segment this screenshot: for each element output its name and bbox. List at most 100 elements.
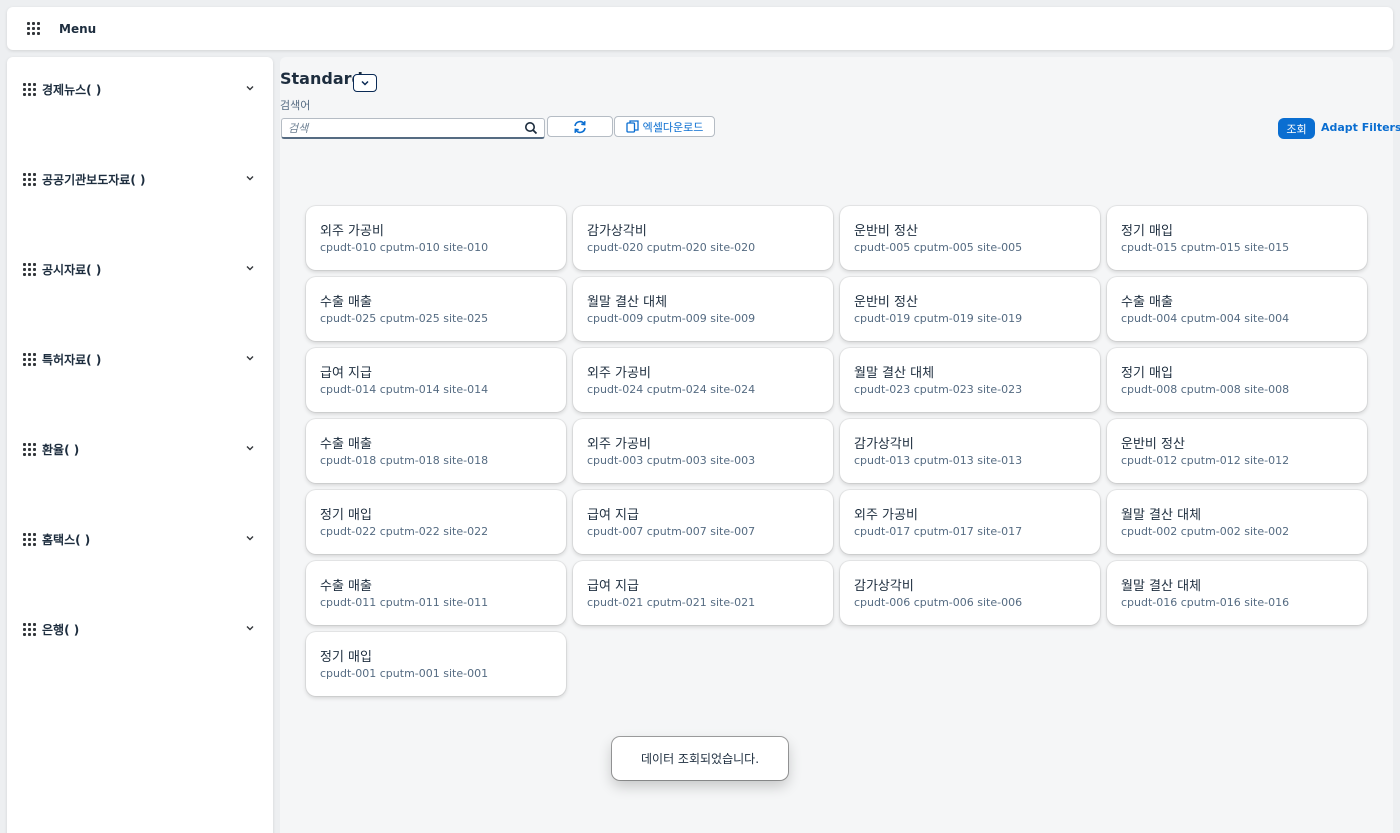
tile-subtitle: cpudt-009 cputm-009 site-009: [587, 312, 756, 325]
tile-title: 월말 결산 대체: [587, 295, 668, 310]
tile-subtitle: cpudt-006 cputm-006 site-006: [854, 596, 1023, 609]
tile[interactable]: 감가상각비 cpudt-013 cputm-013 site-013: [840, 419, 1100, 483]
tile-subtitle: cpudt-013 cputm-013 site-013: [854, 454, 1023, 467]
tile-subtitle: cpudt-022 cputm-022 site-022: [320, 525, 489, 538]
tile[interactable]: 수출 매출 cpudt-011 cputm-011 site-011: [306, 561, 566, 625]
tile-title: 외주 가공비: [587, 366, 651, 381]
tile-title: 정기 매입: [1121, 366, 1173, 381]
grid-icon: [23, 352, 36, 366]
refresh-button[interactable]: [547, 116, 613, 137]
tile-title: 수출 매출: [320, 437, 372, 452]
toast-message: 데이터 조회되었습니다.: [612, 737, 788, 780]
tile-subtitle: cpudt-025 cputm-025 site-025: [320, 312, 489, 325]
tile-subtitle: cpudt-012 cputm-012 site-012: [1121, 454, 1290, 467]
chevron-down-icon[interactable]: [245, 623, 255, 633]
tile-title: 외주 가공비: [854, 508, 918, 523]
chevron-down-icon: [361, 80, 369, 86]
tile-title: 운반비 정산: [854, 224, 918, 239]
tile[interactable]: 외주 가공비 cpudt-024 cputm-024 site-024: [573, 348, 833, 412]
tile[interactable]: 외주 가공비 cpudt-010 cputm-010 site-010: [306, 206, 566, 270]
tile[interactable]: 급여 지급 cpudt-014 cputm-014 site-014: [306, 348, 566, 412]
tile[interactable]: 월말 결산 대체 cpudt-016 cputm-016 site-016: [1107, 561, 1367, 625]
tile-title: 정기 매입: [320, 508, 372, 523]
grid-icon: [23, 622, 36, 636]
sidebar-item-exchange-rate[interactable]: 환율( ): [7, 434, 273, 464]
tile[interactable]: 운반비 정산 cpudt-012 cputm-012 site-012: [1107, 419, 1367, 483]
tile-title: 운반비 정산: [1121, 437, 1185, 452]
tile[interactable]: 월말 결산 대체 cpudt-009 cputm-009 site-009: [573, 277, 833, 341]
tile-title: 운반비 정산: [854, 295, 918, 310]
tile-title: 급여 지급: [587, 508, 639, 523]
tile-subtitle: cpudt-017 cputm-017 site-017: [854, 525, 1023, 538]
variant-dropdown-button[interactable]: [353, 74, 377, 92]
tile[interactable]: 정기 매입 cpudt-015 cputm-015 site-015: [1107, 206, 1367, 270]
tile-subtitle: cpudt-023 cputm-023 site-023: [854, 383, 1023, 396]
tile-title: 감가상각비: [854, 579, 914, 594]
tile-subtitle: cpudt-021 cputm-021 site-021: [587, 596, 756, 609]
tile-title: 월말 결산 대체: [1121, 579, 1202, 594]
tile[interactable]: 운반비 정산 cpudt-005 cputm-005 site-005: [840, 206, 1100, 270]
tile[interactable]: 수출 매출 cpudt-025 cputm-025 site-025: [306, 277, 566, 341]
tile[interactable]: 운반비 정산 cpudt-019 cputm-019 site-019: [840, 277, 1100, 341]
sidebar-item-economic-news[interactable]: 경제뉴스( ): [7, 74, 273, 104]
adapt-filters-button[interactable]: Adapt Filters: [1321, 121, 1400, 134]
tile[interactable]: 외주 가공비 cpudt-017 cputm-017 site-017: [840, 490, 1100, 554]
grid-icon: [23, 172, 36, 186]
chevron-down-icon[interactable]: [245, 443, 255, 453]
grid-icon: [23, 262, 36, 276]
shell-bar: Menu: [7, 7, 1393, 50]
chevron-down-icon[interactable]: [245, 533, 255, 543]
tile-title: 외주 가공비: [320, 224, 384, 239]
sidebar-item-label: 공시자료( ): [42, 262, 102, 277]
chevron-down-icon[interactable]: [245, 83, 255, 93]
tile[interactable]: 월말 결산 대체 cpudt-002 cputm-002 site-002: [1107, 490, 1367, 554]
sidebar-item-label: 홈택스( ): [42, 532, 91, 547]
tile[interactable]: 정기 매입 cpudt-022 cputm-022 site-022: [306, 490, 566, 554]
tile[interactable]: 수출 매출 cpudt-018 cputm-018 site-018: [306, 419, 566, 483]
sidebar-item-label: 공공기관보도자료( ): [42, 172, 146, 187]
tile-title: 외주 가공비: [587, 437, 651, 452]
tile[interactable]: 감가상각비 cpudt-006 cputm-006 site-006: [840, 561, 1100, 625]
tile[interactable]: 급여 지급 cpudt-021 cputm-021 site-021: [573, 561, 833, 625]
chevron-down-icon[interactable]: [245, 263, 255, 273]
sidebar-item-label: 환율( ): [42, 442, 80, 457]
tile-subtitle: cpudt-011 cputm-011 site-011: [320, 596, 489, 609]
tile[interactable]: 감가상각비 cpudt-020 cputm-020 site-020: [573, 206, 833, 270]
menu-grid-icon[interactable]: [27, 22, 40, 35]
excel-download-button[interactable]: 엑셀다운로드: [614, 116, 715, 137]
tile-subtitle: cpudt-004 cputm-004 site-004: [1121, 312, 1290, 325]
sidebar-item-disclosure[interactable]: 공시자료( ): [7, 254, 273, 284]
tile[interactable]: 외주 가공비 cpudt-003 cputm-003 site-003: [573, 419, 833, 483]
tile-title: 급여 지급: [320, 366, 372, 381]
tile[interactable]: 월말 결산 대체 cpudt-023 cputm-023 site-023: [840, 348, 1100, 412]
sidebar-item-bank[interactable]: 은행( ): [7, 614, 273, 644]
tile-subtitle: cpudt-018 cputm-018 site-018: [320, 454, 489, 467]
go-button[interactable]: 조회: [1278, 118, 1315, 139]
search-input[interactable]: [282, 121, 524, 135]
tile-subtitle: cpudt-016 cputm-016 site-016: [1121, 596, 1290, 609]
tile[interactable]: 수출 매출 cpudt-004 cputm-004 site-004: [1107, 277, 1367, 341]
tile-title: 수출 매출: [320, 579, 372, 594]
tile-subtitle: cpudt-002 cputm-002 site-002: [1121, 525, 1290, 538]
chevron-down-icon[interactable]: [245, 173, 255, 183]
menu-label[interactable]: Menu: [59, 22, 96, 36]
tile-subtitle: cpudt-019 cputm-019 site-019: [854, 312, 1023, 325]
sidebar-item-hometax[interactable]: 홈택스( ): [7, 524, 273, 554]
tile-title: 감가상각비: [854, 437, 914, 452]
sidebar-item-label: 경제뉴스( ): [42, 82, 102, 97]
grid-icon: [23, 532, 36, 546]
tile[interactable]: 정기 매입 cpudt-008 cputm-008 site-008: [1107, 348, 1367, 412]
search-field[interactable]: [281, 118, 545, 139]
grid-icon: [23, 442, 36, 456]
tile[interactable]: 정기 매입 cpudt-001 cputm-001 site-001: [306, 632, 566, 696]
tile[interactable]: 급여 지급 cpudt-007 cputm-007 site-007: [573, 490, 833, 554]
sidebar-item-public-press[interactable]: 공공기관보도자료( ): [7, 164, 273, 194]
copy-icon: [625, 120, 639, 133]
chevron-down-icon[interactable]: [245, 353, 255, 363]
sidebar-item-patent[interactable]: 특허자료( ): [7, 344, 273, 374]
sidebar: 경제뉴스( ) 공공기관보도자료( ) 공시자료( ) 특허자료( ) 환율( …: [7, 57, 273, 833]
sidebar-item-label: 특허자료( ): [42, 352, 102, 367]
search-label: 검색어: [280, 99, 311, 112]
tile-subtitle: cpudt-014 cputm-014 site-014: [320, 383, 489, 396]
search-icon[interactable]: [524, 121, 538, 135]
